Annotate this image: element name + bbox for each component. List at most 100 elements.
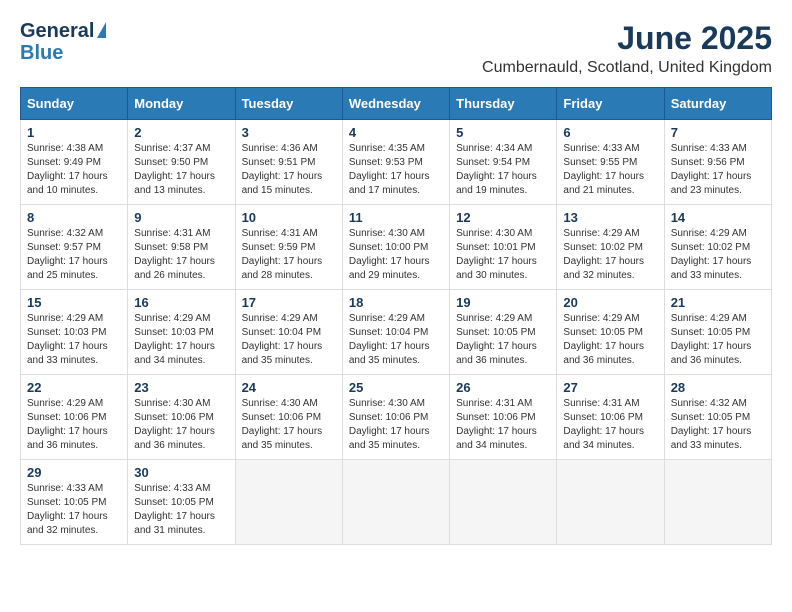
calendar-week-row: 22 Sunrise: 4:29 AM Sunset: 10:06 PM Dayl… bbox=[21, 375, 772, 460]
calendar-header-thursday: Thursday bbox=[450, 88, 557, 120]
day-info: Sunrise: 4:32 AM Sunset: 10:05 PM Daylig… bbox=[671, 397, 765, 453]
calendar-day-cell: 5 Sunrise: 4:34 AM Sunset: 9:54 PM Daylig… bbox=[450, 120, 557, 205]
day-number: 29 bbox=[27, 465, 121, 480]
location-title: Cumbernauld, Scotland, United Kingdom bbox=[482, 59, 772, 77]
day-number: 12 bbox=[456, 210, 550, 225]
calendar-day-cell: 13Sunrise: 4:29 AM Sunset: 10:02 PM Dayl… bbox=[557, 205, 664, 290]
calendar-day-cell: 27 Sunrise: 4:31 AM Sunset: 10:06 PM Dayl… bbox=[557, 375, 664, 460]
calendar-header-sunday: Sunday bbox=[21, 88, 128, 120]
day-info: Sunrise: 4:30 AM Sunset: 10:06 PM Daylig… bbox=[242, 397, 336, 453]
calendar-day-cell: 4Sunrise: 4:35 AM Sunset: 9:53 PM Daylig… bbox=[342, 120, 449, 205]
day-number: 3 bbox=[242, 125, 336, 140]
calendar-day-cell: 26 Sunrise: 4:31 AM Sunset: 10:06 PM Dayl… bbox=[450, 375, 557, 460]
calendar-day-cell: 2 Sunrise: 4:37 AM Sunset: 9:50 PM Daylig… bbox=[128, 120, 235, 205]
calendar-day-cell: 10 Sunrise: 4:31 AM Sunset: 9:59 PM Dayli… bbox=[235, 205, 342, 290]
day-number: 4 bbox=[349, 125, 443, 140]
day-number: 5 bbox=[456, 125, 550, 140]
day-info: Sunrise: 4:33 AM Sunset: 9:55 PM Dayligh… bbox=[563, 142, 657, 198]
calendar-day-cell: 23 Sunrise: 4:30 AM Sunset: 10:06 PM Dayl… bbox=[128, 375, 235, 460]
day-info: Sunrise: 4:31 AM Sunset: 10:06 PM Daylig… bbox=[456, 397, 550, 453]
day-number: 6 bbox=[563, 125, 657, 140]
calendar-day-cell: 8Sunrise: 4:32 AM Sunset: 9:57 PM Daylig… bbox=[21, 205, 128, 290]
day-number: 20 bbox=[563, 295, 657, 310]
day-number: 24 bbox=[242, 380, 336, 395]
day-info: Sunrise: 4:31 AM Sunset: 9:58 PM Dayligh… bbox=[134, 227, 228, 283]
calendar-header-monday: Monday bbox=[128, 88, 235, 120]
day-info: Sunrise: 4:29 AM Sunset: 10:04 PM Daylig… bbox=[242, 312, 336, 368]
day-info: Sunrise: 4:30 AM Sunset: 10:01 PM Daylig… bbox=[456, 227, 550, 283]
day-info: Sunrise: 4:38 AM Sunset: 9:49 PM Dayligh… bbox=[27, 142, 121, 198]
calendar-day-cell: 21 Sunrise: 4:29 AM Sunset: 10:05 PM Dayl… bbox=[664, 290, 771, 375]
calendar-week-row: 15Sunrise: 4:29 AM Sunset: 10:03 PM Dayl… bbox=[21, 290, 772, 375]
day-number: 11 bbox=[349, 210, 443, 225]
day-number: 16 bbox=[134, 295, 228, 310]
calendar-day-cell: 1 Sunrise: 4:38 AM Sunset: 9:49 PM Daylig… bbox=[21, 120, 128, 205]
day-info: Sunrise: 4:37 AM Sunset: 9:50 PM Dayligh… bbox=[134, 142, 228, 198]
day-number: 26 bbox=[456, 380, 550, 395]
day-info: Sunrise: 4:30 AM Sunset: 10:00 PM Daylig… bbox=[349, 227, 443, 283]
calendar-day-cell bbox=[235, 460, 342, 545]
month-title: June 2025 bbox=[482, 20, 772, 57]
calendar-day-cell: 6 Sunrise: 4:33 AM Sunset: 9:55 PM Daylig… bbox=[557, 120, 664, 205]
day-info: Sunrise: 4:33 AM Sunset: 9:56 PM Dayligh… bbox=[671, 142, 765, 198]
calendar-header-row: SundayMondayTuesdayWednesdayThursdayFrid… bbox=[21, 88, 772, 120]
logo-triangle-icon bbox=[97, 22, 106, 38]
calendar-day-cell: 30Sunrise: 4:33 AM Sunset: 10:05 PM Dayl… bbox=[128, 460, 235, 545]
day-number: 10 bbox=[242, 210, 336, 225]
day-number: 14 bbox=[671, 210, 765, 225]
day-number: 17 bbox=[242, 295, 336, 310]
day-number: 1 bbox=[27, 125, 121, 140]
calendar-day-cell bbox=[342, 460, 449, 545]
calendar-day-cell: 14 Sunrise: 4:29 AM Sunset: 10:02 PM Dayl… bbox=[664, 205, 771, 290]
day-number: 30 bbox=[134, 465, 228, 480]
day-info: Sunrise: 4:29 AM Sunset: 10:05 PM Daylig… bbox=[456, 312, 550, 368]
calendar-day-cell: 9Sunrise: 4:31 AM Sunset: 9:58 PM Daylig… bbox=[128, 205, 235, 290]
day-info: Sunrise: 4:30 AM Sunset: 10:06 PM Daylig… bbox=[134, 397, 228, 453]
day-info: Sunrise: 4:29 AM Sunset: 10:05 PM Daylig… bbox=[563, 312, 657, 368]
day-number: 8 bbox=[27, 210, 121, 225]
day-info: Sunrise: 4:34 AM Sunset: 9:54 PM Dayligh… bbox=[456, 142, 550, 198]
day-number: 18 bbox=[349, 295, 443, 310]
calendar-table: SundayMondayTuesdayWednesdayThursdayFrid… bbox=[20, 87, 772, 545]
page-header: General Blue June 2025 Cumbernauld, Scot… bbox=[20, 20, 772, 77]
calendar-header-friday: Friday bbox=[557, 88, 664, 120]
calendar-day-cell: 25 Sunrise: 4:30 AM Sunset: 10:06 PM Dayl… bbox=[342, 375, 449, 460]
calendar-day-cell: 24 Sunrise: 4:30 AM Sunset: 10:06 PM Dayl… bbox=[235, 375, 342, 460]
calendar-day-cell: 7Sunrise: 4:33 AM Sunset: 9:56 PM Daylig… bbox=[664, 120, 771, 205]
calendar-header-tuesday: Tuesday bbox=[235, 88, 342, 120]
calendar-day-cell: 12 Sunrise: 4:30 AM Sunset: 10:01 PM Dayl… bbox=[450, 205, 557, 290]
calendar-day-cell: 15Sunrise: 4:29 AM Sunset: 10:03 PM Dayl… bbox=[21, 290, 128, 375]
logo: General Blue bbox=[20, 20, 106, 64]
day-info: Sunrise: 4:31 AM Sunset: 9:59 PM Dayligh… bbox=[242, 227, 336, 283]
calendar-header-saturday: Saturday bbox=[664, 88, 771, 120]
day-info: Sunrise: 4:33 AM Sunset: 10:05 PM Daylig… bbox=[27, 482, 121, 538]
calendar-day-cell: 29 Sunrise: 4:33 AM Sunset: 10:05 PM Dayl… bbox=[21, 460, 128, 545]
day-info: Sunrise: 4:29 AM Sunset: 10:05 PM Daylig… bbox=[671, 312, 765, 368]
logo-blue-text: Blue bbox=[20, 42, 63, 64]
title-section: June 2025 Cumbernauld, Scotland, United … bbox=[482, 20, 772, 77]
calendar-day-cell: 17 Sunrise: 4:29 AM Sunset: 10:04 PM Dayl… bbox=[235, 290, 342, 375]
day-info: Sunrise: 4:29 AM Sunset: 10:03 PM Daylig… bbox=[27, 312, 121, 368]
day-info: Sunrise: 4:36 AM Sunset: 9:51 PM Dayligh… bbox=[242, 142, 336, 198]
day-info: Sunrise: 4:29 AM Sunset: 10:06 PM Daylig… bbox=[27, 397, 121, 453]
day-info: Sunrise: 4:29 AM Sunset: 10:02 PM Daylig… bbox=[563, 227, 657, 283]
calendar-day-cell: 19Sunrise: 4:29 AM Sunset: 10:05 PM Dayl… bbox=[450, 290, 557, 375]
calendar-header-wednesday: Wednesday bbox=[342, 88, 449, 120]
calendar-day-cell: 22 Sunrise: 4:29 AM Sunset: 10:06 PM Dayl… bbox=[21, 375, 128, 460]
logo-general-text: General bbox=[20, 20, 94, 42]
day-number: 21 bbox=[671, 295, 765, 310]
calendar-day-cell: 20 Sunrise: 4:29 AM Sunset: 10:05 PM Dayl… bbox=[557, 290, 664, 375]
day-number: 22 bbox=[27, 380, 121, 395]
day-info: Sunrise: 4:30 AM Sunset: 10:06 PM Daylig… bbox=[349, 397, 443, 453]
calendar-day-cell bbox=[557, 460, 664, 545]
day-number: 27 bbox=[563, 380, 657, 395]
day-number: 2 bbox=[134, 125, 228, 140]
day-number: 28 bbox=[671, 380, 765, 395]
day-info: Sunrise: 4:31 AM Sunset: 10:06 PM Daylig… bbox=[563, 397, 657, 453]
day-info: Sunrise: 4:29 AM Sunset: 10:03 PM Daylig… bbox=[134, 312, 228, 368]
calendar-day-cell bbox=[450, 460, 557, 545]
day-number: 23 bbox=[134, 380, 228, 395]
calendar-day-cell: 11 Sunrise: 4:30 AM Sunset: 10:00 PM Dayl… bbox=[342, 205, 449, 290]
day-number: 25 bbox=[349, 380, 443, 395]
day-info: Sunrise: 4:29 AM Sunset: 10:02 PM Daylig… bbox=[671, 227, 765, 283]
